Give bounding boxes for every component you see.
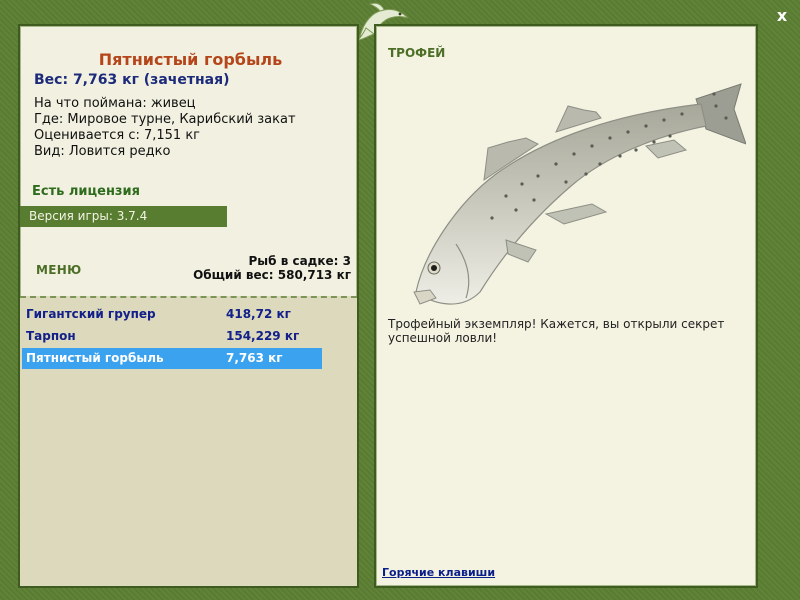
catch-row-spotted-seatrout[interactable]: Пятнистый горбыль 7,763 кг bbox=[22, 348, 322, 369]
total-weight: Общий вес: 580,713 кг bbox=[193, 268, 351, 282]
rated-from-info: Оценивается с: 7,151 кг bbox=[34, 128, 201, 143]
hotkeys-link[interactable]: Горячие клавиши bbox=[382, 566, 495, 579]
fish-count: Рыб в садке: 3 bbox=[248, 254, 352, 268]
catch-weight: 154,229 кг bbox=[226, 329, 300, 343]
catch-row-grouper[interactable]: Гигантский групер 418,72 кг bbox=[22, 304, 322, 325]
cage-stats: Рыб в садке: 3 Общий вес: 580,713 кг bbox=[193, 254, 351, 282]
close-icon: x bbox=[776, 6, 788, 25]
menu-button[interactable]: МЕНЮ bbox=[36, 263, 81, 277]
catch-weight: 7,763 кг bbox=[226, 351, 283, 365]
trophy-panel: ТРОФЕЙ Трофейный экземпляр! Кажется, вы … bbox=[374, 24, 758, 588]
catch-name: Гигантский групер bbox=[26, 307, 156, 321]
fish-name-title: Пятнистый горбыль bbox=[98, 50, 283, 69]
catch-list: Гигантский групер 418,72 кг Тарпон 154,2… bbox=[20, 296, 357, 586]
bait-info: На что поймана: живец bbox=[34, 96, 196, 111]
license-status: Есть лицензия bbox=[32, 184, 140, 199]
catch-name: Пятнистый горбыль bbox=[26, 351, 164, 365]
fish-weight: Вес: 7,763 кг (зачетная) bbox=[34, 72, 230, 88]
rarity-info: Вид: Ловится редко bbox=[34, 144, 171, 159]
catch-row-tarpon[interactable]: Тарпон 154,229 кг bbox=[22, 326, 322, 347]
location-info: Где: Мировое турне, Карибский закат bbox=[34, 112, 296, 127]
spotted-seatrout-image bbox=[413, 83, 746, 305]
game-version-bar: Версия игры: 3.7.4 bbox=[20, 206, 227, 227]
catch-name: Тарпон bbox=[26, 329, 76, 343]
close-button[interactable]: x bbox=[772, 6, 792, 26]
trophy-description: Трофейный экземпляр! Кажется, вы открыли… bbox=[388, 317, 725, 345]
fish-info-panel: Пятнистый горбыль Вес: 7,763 кг (зачетна… bbox=[18, 24, 359, 588]
catch-weight: 418,72 кг bbox=[226, 307, 291, 321]
